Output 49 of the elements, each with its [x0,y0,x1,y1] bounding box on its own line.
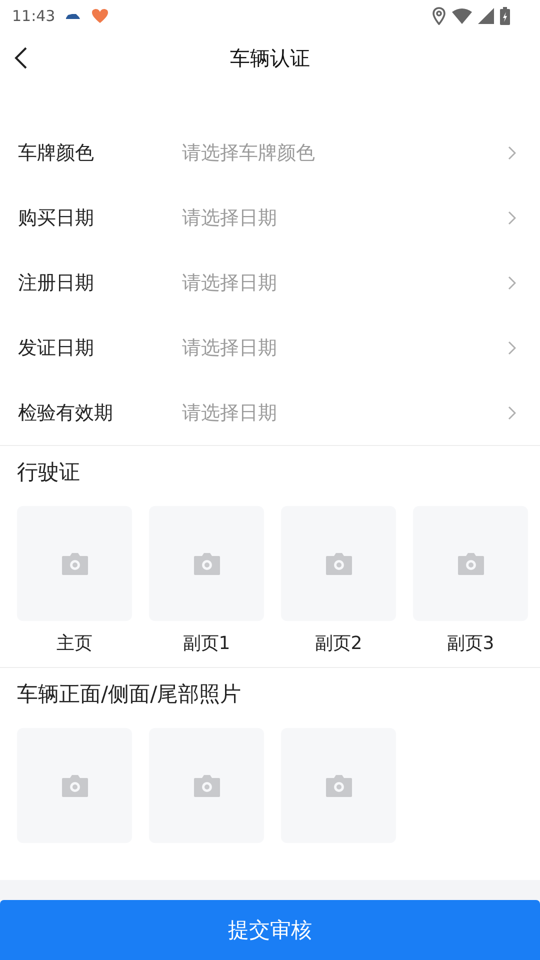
field-label: 发证日期 [18,336,95,360]
select-placeholder: 请选择日期 [182,336,278,360]
wifi-icon [452,8,472,24]
form-row[interactable]: 车牌颜色 请选择车牌颜色 [0,120,540,185]
form-row[interactable]: 检验有效期 请选择日期 [0,380,540,445]
field-label: 注册日期 [18,270,95,296]
field-label: 购买日期 [18,206,95,230]
form-row[interactable]: 发证日期 请选择日期 [0,315,540,380]
camera-icon [326,774,352,796]
form-row[interactable]: 注册日期 请选择日期 [0,250,540,315]
camera-icon [326,552,352,574]
chevron-right-icon [508,406,516,420]
photo-caption: 主页 [56,632,92,655]
chevron-right-icon [508,340,516,354]
page-title: 车辆认证 [230,44,310,72]
form-row[interactable]: 购买日期 请选择日期 [0,185,540,250]
photo-caption: 副页1 [182,632,230,655]
field-label: 检验有效期 [18,400,114,426]
photo-caption: 副页2 [314,632,362,655]
photo-upload-slot[interactable] [17,728,132,843]
chevron-right-icon [508,146,516,160]
camera-icon [194,774,220,796]
status-time: 11:43 [12,7,56,25]
camera-icon [62,774,88,796]
submit-button[interactable]: 提交审核 [0,900,540,960]
photo-upload-slot[interactable] [149,506,264,621]
select-placeholder: 请选择车牌颜色 [182,140,316,166]
field-label: 车牌颜色 [18,140,95,166]
camera-icon [62,552,88,574]
camera-icon [458,552,484,574]
photo-upload-slot[interactable] [413,506,528,621]
section-title: 车辆正面/侧面/尾部照片 [17,681,242,708]
heart-icon [91,8,110,24]
photo-upload-slot[interactable] [281,728,396,843]
photo-upload-slot[interactable] [281,506,396,621]
signal-icon [478,8,494,24]
section-title: 行驶证 [17,459,81,486]
select-placeholder: 请选择日期 [182,400,278,426]
photo-upload-slot[interactable] [17,506,132,621]
select-placeholder: 请选择日期 [182,270,278,296]
back-icon [14,47,28,69]
chevron-right-icon [508,210,516,224]
photo-upload-slot[interactable] [149,728,264,843]
location-icon [432,7,446,25]
battery-icon [500,7,510,25]
select-placeholder: 请选择日期 [182,206,278,230]
photo-caption: 副页3 [446,632,494,655]
camera-icon [194,552,220,574]
chevron-right-icon [508,276,516,290]
